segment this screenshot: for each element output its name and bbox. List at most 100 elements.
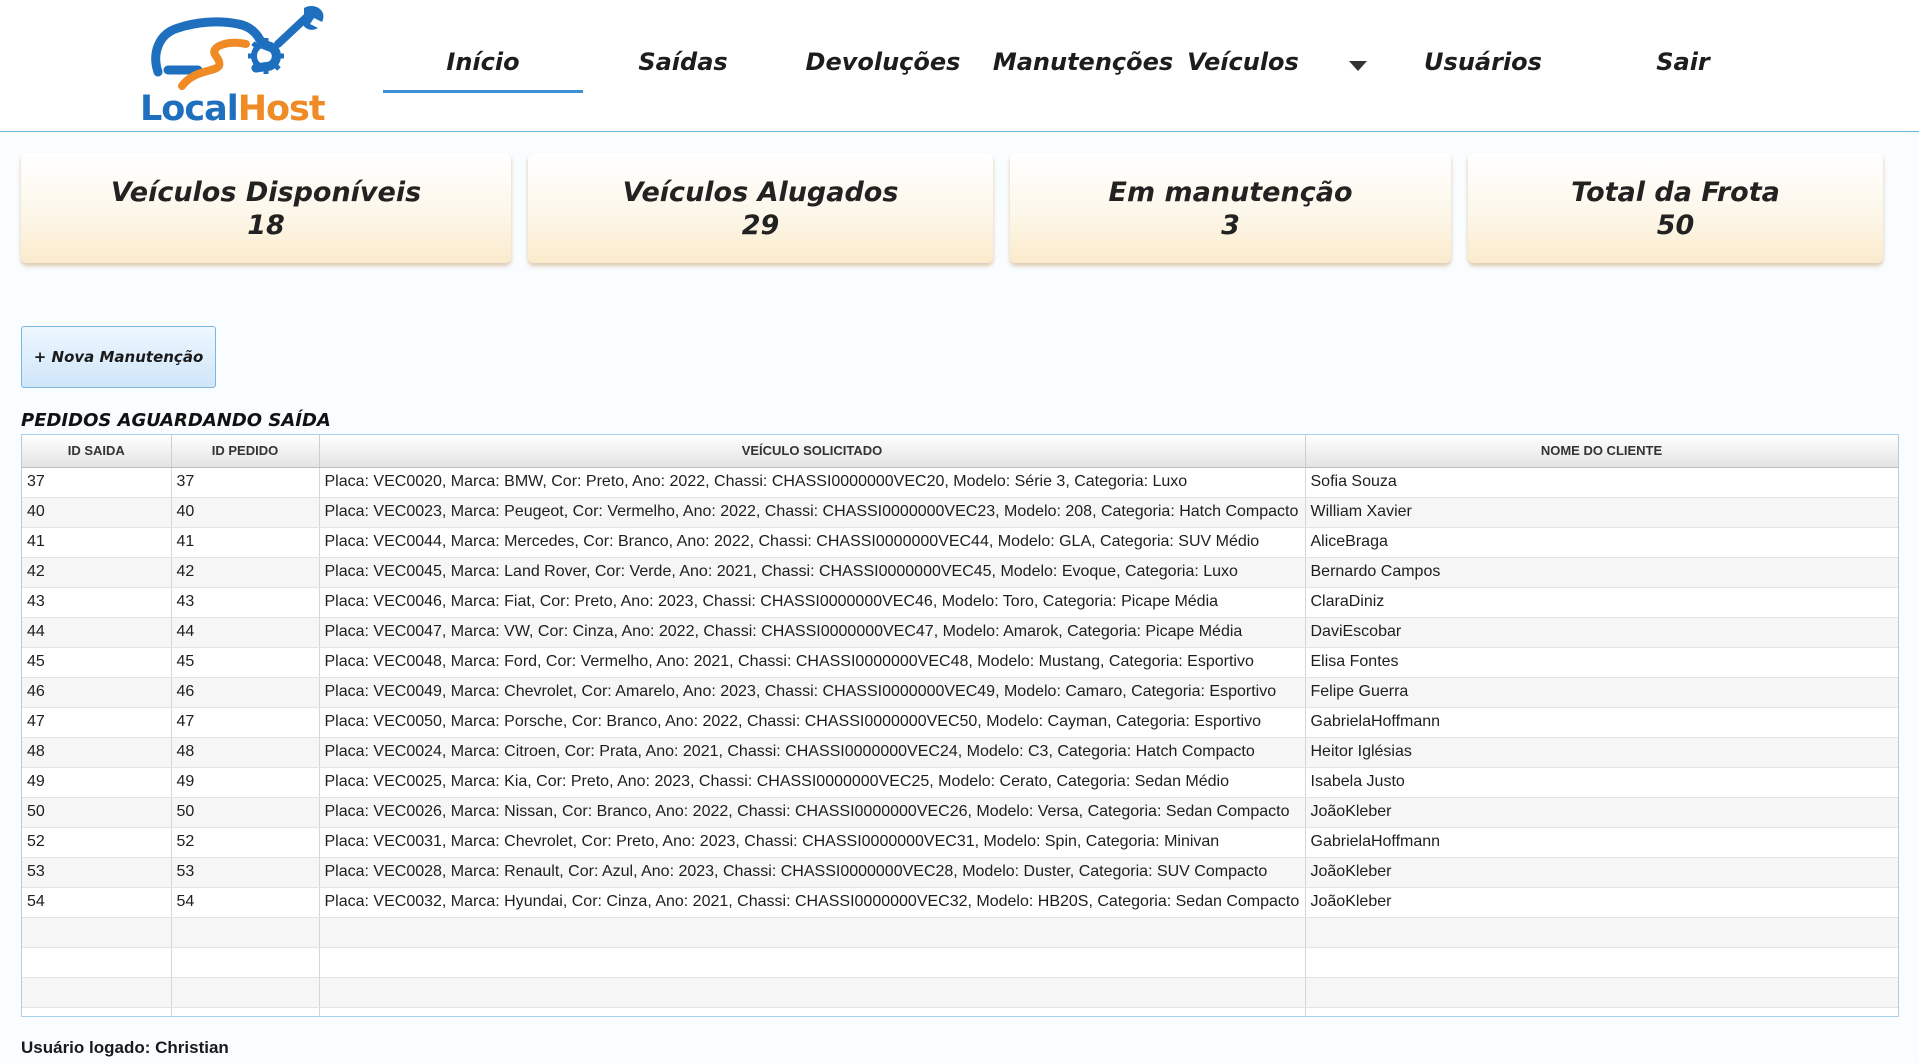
cell-cliente[interactable]: JoãoKleber [1305, 857, 1898, 888]
cell-id-saida[interactable]: 49 [22, 767, 172, 798]
cell-veiculo[interactable]: Placa: VEC0046, Marca: Fiat, Cor: Preto,… [319, 587, 1306, 618]
cell-empty[interactable] [171, 947, 320, 978]
table-row[interactable]: 42 42 Placa: VEC0045, Marca: Land Rover, C… [22, 557, 1898, 588]
cell-empty[interactable] [319, 1007, 1306, 1016]
nav-manutencoes[interactable]: Manutenções [983, 48, 1183, 84]
cell-cliente[interactable]: Bernardo Campos [1305, 557, 1898, 588]
cell-id-pedido[interactable]: 42 [171, 557, 320, 588]
cell-id-saida[interactable]: 44 [22, 617, 172, 648]
cell-veiculo[interactable]: Placa: VEC0028, Marca: Renault, Cor: Azu… [319, 857, 1306, 888]
nav-inicio[interactable]: Início [383, 48, 583, 93]
table-row[interactable]: 50 50 Placa: VEC0026, Marca: Nissan, Cor: … [22, 797, 1898, 828]
cell-veiculo[interactable]: Placa: VEC0048, Marca: Ford, Cor: Vermel… [319, 647, 1306, 678]
table-row[interactable]: 44 44 Placa: VEC0047, Marca: VW, Cor: Cinz… [22, 617, 1898, 648]
cell-id-saida[interactable]: 48 [22, 737, 172, 768]
cell-id-pedido[interactable]: 50 [171, 797, 320, 828]
table-row-empty[interactable] [22, 977, 1898, 1008]
cell-cliente[interactable]: ClaraDiniz [1305, 587, 1898, 618]
table-row-empty[interactable] [22, 1007, 1898, 1016]
cell-empty[interactable] [22, 947, 172, 978]
cell-cliente[interactable]: DaviEscobar [1305, 617, 1898, 648]
cell-id-saida[interactable]: 45 [22, 647, 172, 678]
cell-id-saida[interactable]: 53 [22, 857, 172, 888]
cell-id-saida[interactable]: 54 [22, 887, 172, 918]
cell-cliente[interactable]: JoãoKleber [1305, 797, 1898, 828]
cell-veiculo[interactable]: Placa: VEC0031, Marca: Chevrolet, Cor: P… [319, 827, 1306, 858]
cell-cliente[interactable]: Isabela Justo [1305, 767, 1898, 798]
cell-id-saida[interactable]: 50 [22, 797, 172, 828]
cell-id-saida[interactable]: 43 [22, 587, 172, 618]
pending-departures-table[interactable]: ID SAIDA ID PEDIDO VEÍCULO SOLICITADO NO… [21, 434, 1899, 1017]
cell-cliente[interactable]: AliceBraga [1305, 527, 1898, 558]
cell-veiculo[interactable]: Placa: VEC0025, Marca: Kia, Cor: Preto, … [319, 767, 1306, 798]
nav-devolucoes[interactable]: Devoluções [783, 48, 983, 84]
cell-empty[interactable] [1305, 977, 1898, 1008]
column-header-cliente[interactable]: NOME DO CLIENTE [1305, 435, 1898, 468]
table-row[interactable]: 37 37 Placa: VEC0020, Marca: BMW, Cor: Pre… [22, 467, 1898, 498]
cell-cliente[interactable]: GabrielaHoffmann [1305, 707, 1898, 738]
cell-id-saida[interactable]: 42 [22, 557, 172, 588]
table-row[interactable]: 41 41 Placa: VEC0044, Marca: Mercedes, Cor… [22, 527, 1898, 558]
nav-saidas[interactable]: Saídas [583, 48, 783, 84]
cell-id-pedido[interactable]: 44 [171, 617, 320, 648]
nav-sair[interactable]: Sair [1583, 48, 1783, 84]
cell-id-pedido[interactable]: 48 [171, 737, 320, 768]
cell-veiculo[interactable]: Placa: VEC0049, Marca: Chevrolet, Cor: A… [319, 677, 1306, 708]
column-header-id-pedido[interactable]: ID PEDIDO [171, 435, 320, 468]
cell-id-pedido[interactable]: 49 [171, 767, 320, 798]
table-row[interactable]: 43 43 Placa: VEC0046, Marca: Fiat, Cor: Pr… [22, 587, 1898, 618]
cell-id-saida[interactable]: 37 [22, 467, 172, 498]
column-header-veiculo[interactable]: VEÍCULO SOLICITADO [319, 435, 1306, 468]
cell-veiculo[interactable]: Placa: VEC0020, Marca: BMW, Cor: Preto, … [319, 467, 1306, 498]
nav-veiculos[interactable]: Veículos [1183, 48, 1303, 84]
cell-empty[interactable] [1305, 1007, 1898, 1016]
cell-cliente[interactable]: Felipe Guerra [1305, 677, 1898, 708]
caret-down-icon[interactable] [1349, 61, 1367, 71]
table-row[interactable]: 46 46 Placa: VEC0049, Marca: Chevrolet, Co… [22, 677, 1898, 708]
cell-id-pedido[interactable]: 41 [171, 527, 320, 558]
cell-id-saida[interactable]: 47 [22, 707, 172, 738]
cell-cliente[interactable]: GabrielaHoffmann [1305, 827, 1898, 858]
new-maintenance-button[interactable]: + Nova Manutenção [21, 326, 216, 388]
cell-empty[interactable] [171, 917, 320, 948]
cell-empty[interactable] [1305, 917, 1898, 948]
cell-cliente[interactable]: William Xavier [1305, 497, 1898, 528]
cell-empty[interactable] [22, 1007, 172, 1016]
cell-id-pedido[interactable]: 46 [171, 677, 320, 708]
table-row-empty[interactable] [22, 917, 1898, 948]
cell-empty[interactable] [22, 977, 172, 1008]
cell-veiculo[interactable]: Placa: VEC0045, Marca: Land Rover, Cor: … [319, 557, 1306, 588]
cell-id-saida[interactable]: 46 [22, 677, 172, 708]
cell-id-pedido[interactable]: 45 [171, 647, 320, 678]
cell-veiculo[interactable]: Placa: VEC0050, Marca: Porsche, Cor: Bra… [319, 707, 1306, 738]
cell-veiculo[interactable]: Placa: VEC0023, Marca: Peugeot, Cor: Ver… [319, 497, 1306, 528]
cell-empty[interactable] [171, 977, 320, 1008]
cell-id-pedido[interactable]: 43 [171, 587, 320, 618]
table-row[interactable]: 45 45 Placa: VEC0048, Marca: Ford, Cor: Ve… [22, 647, 1898, 678]
cell-cliente[interactable]: Elisa Fontes [1305, 647, 1898, 678]
cell-empty[interactable] [171, 1007, 320, 1016]
cell-empty[interactable] [319, 917, 1306, 948]
cell-cliente[interactable]: Sofia Souza [1305, 467, 1898, 498]
cell-veiculo[interactable]: Placa: VEC0026, Marca: Nissan, Cor: Bran… [319, 797, 1306, 828]
table-row[interactable]: 40 40 Placa: VEC0023, Marca: Peugeot, Cor:… [22, 497, 1898, 528]
cell-id-pedido[interactable]: 37 [171, 467, 320, 498]
table-row[interactable]: 52 52 Placa: VEC0031, Marca: Chevrolet, Co… [22, 827, 1898, 858]
table-row-empty[interactable] [22, 947, 1898, 978]
cell-empty[interactable] [1305, 947, 1898, 978]
cell-veiculo[interactable]: Placa: VEC0024, Marca: Citroen, Cor: Pra… [319, 737, 1306, 768]
cell-veiculo[interactable]: Placa: VEC0032, Marca: Hyundai, Cor: Cin… [319, 887, 1306, 918]
cell-id-pedido[interactable]: 53 [171, 857, 320, 888]
cell-id-pedido[interactable]: 54 [171, 887, 320, 918]
cell-id-saida[interactable]: 40 [22, 497, 172, 528]
table-row[interactable]: 47 47 Placa: VEC0050, Marca: Porsche, Cor:… [22, 707, 1898, 738]
cell-id-pedido[interactable]: 52 [171, 827, 320, 858]
cell-id-saida[interactable]: 52 [22, 827, 172, 858]
cell-veiculo[interactable]: Placa: VEC0044, Marca: Mercedes, Cor: Br… [319, 527, 1306, 558]
cell-id-saida[interactable]: 41 [22, 527, 172, 558]
nav-usuarios[interactable]: Usuários [1383, 48, 1583, 84]
cell-id-pedido[interactable]: 40 [171, 497, 320, 528]
column-header-id-saida[interactable]: ID SAIDA [22, 435, 172, 468]
table-row[interactable]: 48 48 Placa: VEC0024, Marca: Citroen, Cor:… [22, 737, 1898, 768]
cell-id-pedido[interactable]: 47 [171, 707, 320, 738]
